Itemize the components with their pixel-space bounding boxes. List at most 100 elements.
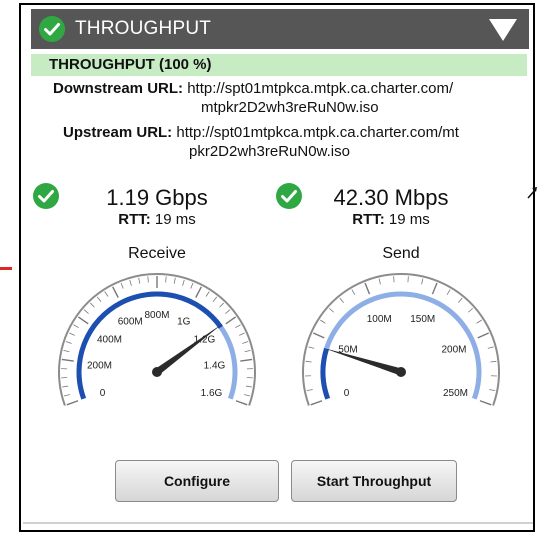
receive-gauge-major-tick — [66, 400, 79, 406]
receive-gauge-minor-tick — [219, 302, 224, 308]
receive-gauge-tick-label: 0 — [100, 388, 106, 399]
receive-gauge-major-tick — [235, 400, 248, 406]
send-gauge-minor-tick — [328, 307, 334, 313]
receive-rate: 1.19 Gbps — [106, 185, 208, 210]
send-gauge-needle-hub — [396, 367, 406, 377]
upstream-url-line1: http://spt01mtpkca.mtpk.ca.charter.com/m… — [176, 124, 459, 141]
send-gauge-minor-tick — [487, 346, 494, 349]
receive-check-icon — [33, 183, 59, 209]
send-rate: 42.30 Mbps — [333, 185, 449, 210]
receive-gauge-tick-label: 1.4G — [204, 360, 226, 371]
send-gauge-tick-label: 0 — [344, 388, 350, 399]
receive-gauge-title: Receive — [128, 245, 186, 262]
send-gauge-minor-tick — [490, 360, 497, 363]
receive-rtt: RTT: 19 ms — [77, 211, 237, 228]
throughput-panel: THROUGHPUT THROUGHPUT (100 %) Downstream… — [19, 3, 535, 532]
downstream-url-row: Downstream URL: http://spt01mtpkca.mtpk.… — [53, 79, 533, 117]
start-throughput-button[interactable]: Start Throughput — [291, 460, 457, 502]
throughput-header[interactable]: THROUGHPUT — [31, 9, 529, 49]
receive-gauge-minor-tick — [225, 309, 231, 314]
receive-gauge-major-tick — [195, 286, 202, 298]
receive-gauge-minor-tick — [190, 282, 194, 289]
send-gauge-major-tick — [431, 282, 438, 295]
receive-gauge-tick-label: 800M — [144, 310, 169, 321]
receive-gauge-minor-tick — [69, 332, 75, 336]
upstream-url-row: Upstream URL: http://spt01mtpkca.mtpk.ca… — [63, 123, 533, 161]
receive-gauge-minor-tick — [65, 341, 72, 344]
check-icon — [39, 16, 65, 42]
send-gauge-minor-tick — [351, 289, 356, 295]
receive-gauge-minor-tick — [165, 276, 167, 283]
send-gauge-minor-tick — [446, 289, 451, 295]
header-title: THROUGHPUT — [75, 18, 212, 39]
receive-gauge-minor-tick — [205, 291, 210, 297]
receive-gauge-minor-tick — [242, 341, 249, 344]
receive-gauge-minor-tick — [120, 282, 124, 289]
upstream-url-label: Upstream URL: — [63, 124, 173, 141]
upstream-url-line2: pkr2D2wh3reRuN0w.iso — [189, 143, 350, 160]
receive-gauge-minor-tick — [147, 276, 149, 283]
send-gauge-needle — [322, 347, 403, 376]
receive-gauge-tick-label: 200M — [87, 360, 112, 371]
send-gauge-title: Send — [382, 245, 420, 262]
send-rtt: RTT: 19 ms — [321, 211, 461, 228]
receive-gauge-minor-tick — [129, 279, 132, 286]
send-gauge-major-tick — [479, 400, 492, 406]
collapse-triangle-icon[interactable] — [489, 19, 517, 41]
send-gauge-tick-label: 250M — [443, 388, 468, 399]
send-gauge-minor-tick — [305, 360, 312, 363]
receive-gauge-minor-tick — [244, 350, 251, 353]
red-edge-mark — [0, 267, 12, 270]
send-gauge: 0 50M 100M 150M 200M 250M — [299, 270, 503, 435]
receive-gauge-minor-tick — [138, 277, 141, 284]
send-gauge-minor-tick — [308, 346, 315, 349]
send-gauge-minor-tick — [378, 278, 381, 285]
downstream-url-label: Downstream URL: — [53, 80, 184, 97]
send-gauge-major-tick — [364, 282, 371, 295]
receive-rtt-label: RTT: — [118, 211, 151, 228]
receive-rtt-value: 19 ms — [154, 211, 196, 228]
receive-gauge-minor-tick — [245, 385, 252, 388]
downstream-url-line2: mtpkr2D2wh3reRuN0w.iso — [201, 99, 379, 116]
downstream-url-line1: http://spt01mtpkca.mtpk.ca.charter.com/ — [187, 80, 454, 97]
receive-gauge-major-tick — [225, 316, 237, 325]
receive-gauge-minor-tick — [63, 394, 70, 397]
send-check-icon — [276, 183, 302, 209]
configure-button[interactable]: Configure — [115, 460, 279, 502]
send-gauge-tick-label: 200M — [441, 344, 466, 355]
receive-gauge-major-tick — [61, 358, 74, 362]
send-gauge-minor-tick — [489, 389, 496, 392]
receive-gauge-tick-label: 1G — [177, 317, 191, 328]
receive-gauge-minor-tick — [62, 385, 69, 388]
receive-gauge-minor-tick — [239, 332, 245, 336]
receive-gauge-needle-hub — [152, 367, 162, 377]
status-text: THROUGHPUT (100 %) — [49, 56, 212, 73]
receive-gauge-tick-label: 600M — [118, 317, 143, 328]
send-gauge-minor-tick — [458, 297, 463, 303]
send-gauge-tick-label: 100M — [367, 314, 392, 325]
receive-gauge-tick-label: 1.6G — [201, 388, 223, 399]
send-gauge-minor-tick — [421, 278, 424, 285]
send-gauge-tick-label: 150M — [410, 314, 435, 325]
send-gauge-minor-tick — [339, 297, 344, 303]
receive-gauge-tick-label: 400M — [97, 335, 122, 346]
receive-gauge-major-tick — [240, 358, 253, 362]
receive-gauge-minor-tick — [244, 394, 251, 397]
send-gauge-minor-tick — [468, 307, 474, 313]
receive-gauge-minor-tick — [173, 277, 176, 284]
send-rtt-label: RTT: — [352, 211, 385, 228]
send-gauge-minor-tick — [320, 319, 326, 324]
receive-gauge-minor-tick — [235, 324, 241, 329]
receive-gauge-minor-tick — [83, 309, 89, 314]
receive-gauge-major-tick — [112, 286, 119, 298]
receive-gauge-minor-tick — [104, 291, 109, 297]
receive-gauge-minor-tick — [212, 296, 218, 302]
receive-gauge-minor-tick — [63, 350, 70, 353]
send-gauge-major-tick — [313, 332, 325, 339]
bottom-divider — [23, 522, 533, 524]
receive-gauge: 0 200M 400M 600M 800M 1G 1.2G 1.4G 1.6G — [55, 270, 259, 435]
corner-arrow-icon — [527, 187, 537, 199]
receive-gauge-major-tick — [77, 316, 89, 325]
receive-gauge-minor-tick — [182, 279, 185, 286]
send-gauge-minor-tick — [476, 319, 482, 324]
